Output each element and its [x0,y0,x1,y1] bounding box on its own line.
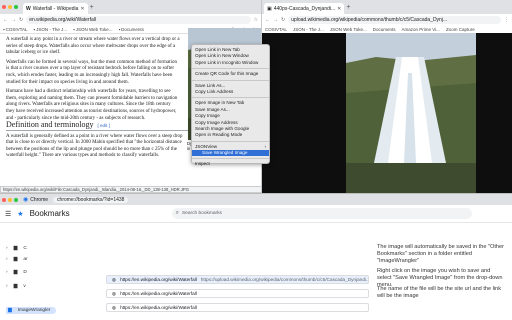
folder-item-c[interactable]: › ▆ C [6,246,27,251]
bookmark-row-3[interactable]: ◍ https://en.wikipedia.org/wiki/Waterfal… [106,303,369,312]
bookmark-row-title: https://upload.wikimedia.org/wikipedia/c… [200,277,368,282]
back-icon[interactable]: ← [3,17,8,23]
globe-icon: ◍ [112,276,117,282]
article-paragraph-2: Waterfalls can be formed in several ways… [6,59,177,85]
wikipedia-favicon-icon: W [26,5,31,12]
forward-icon[interactable]: → [273,17,278,23]
bookmark-row-2[interactable]: ◍ https://en.wikipedia.org/wiki/Waterfal… [106,289,369,298]
address-bar[interactable]: upload.wikimedia.org/wikipedia/commons/t… [288,15,501,24]
menu-separator [192,66,269,70]
folder-item-ar[interactable]: › ▆ ar [6,257,28,262]
bookmark-6[interactable]: Zoom Capture [446,27,475,32]
address-row: ← → ↻ en.wikipedia.org/wiki/Waterfall ☆ [0,14,261,25]
bookmark-row-1[interactable]: ◍ https://en.wikipedia.org/wiki/Waterfal… [106,275,369,284]
tab-title: 440px-Cascada_Dynjandi... [273,5,336,12]
menu-separator [192,95,269,99]
chevron-right-icon: › [6,257,8,262]
edit-link[interactable]: [ edit ] [98,123,110,130]
search-placeholder: Search bookmarks [181,211,222,216]
menu-separator [192,139,269,142]
bookmark-1[interactable]: ▪ COSIVTAL [3,27,28,32]
bookmark-3[interactable]: ▪ JSON Web Toke... [73,27,112,32]
bookmark-row-url: https://en.wikipedia.org/wiki/Waterfall [120,291,197,296]
folder-item-d[interactable]: › ▆ D [6,270,27,275]
address-text: en.wikipedia.org/wiki/Waterfall [29,16,96,23]
menu-inspect[interactable]: Inspect [192,161,269,167]
tab-image[interactable]: ▣ 440px-Cascada_Dynjandi... ✕ [264,3,345,14]
star-icon[interactable]: ☆ [254,17,258,23]
folder-icon: ▆ [13,246,18,251]
minimize-window-button[interactable] [8,5,12,9]
bookmarks-star-icon: ★ [17,210,24,218]
bookmarks-header: ☰ ★ Bookmarks ⌕ Search bookmarks [0,205,512,223]
bookmark-4[interactable]: Documents [373,27,396,32]
globe-icon: ◍ [112,290,117,296]
bookmark-2[interactable]: ▪ JSON - The J... [34,27,68,32]
window-controls [2,197,18,202]
new-tab-icon[interactable]: + [90,4,94,11]
chrome-label: Chrome [30,196,49,203]
new-tab-icon[interactable]: + [346,4,350,11]
bookmark-row-url: https://en.wikipedia.org/wiki/Waterfall [120,305,197,310]
extensions-icon[interactable]: ⋮ [504,17,509,23]
reload-icon[interactable]: ↻ [19,17,23,23]
folder-item-v[interactable]: › ▆ v [6,284,26,289]
zoom-window-button[interactable] [14,5,18,9]
globe-icon: ◍ [112,304,117,310]
folder-icon: ▆ [13,270,18,275]
minimize-window-button[interactable] [8,197,12,202]
zoom-window-button[interactable] [14,197,18,202]
section-heading-text: Definition and terminology [6,120,94,129]
article-paragraph-4: A waterfall is generally defined as a po… [6,133,183,159]
right-tab-bar: ▣ 440px-Cascada_Dynjandi... ✕ + [262,0,512,14]
close-tab-icon[interactable]: ✕ [80,6,84,12]
bookmark-2[interactable]: JSON - The J... [293,27,324,32]
menu-separator [192,78,269,81]
chevron-right-icon: › [6,284,8,289]
instruction-2: The image will automatically be saved in… [377,244,504,264]
right-address-row: ← → ↻ upload.wikimedia.org/wikipedia/com… [262,14,512,25]
chevron-right-icon: › [6,246,8,251]
forward-icon[interactable]: → [11,17,16,23]
tab-title: Waterfall - Wikipedia [32,5,79,12]
close-tab-icon[interactable]: ✕ [337,6,341,12]
chevron-right-icon: › [6,270,8,275]
back-icon[interactable]: ← [265,17,270,23]
image-viewer [262,33,512,193]
image-favicon-icon: ▣ [267,5,272,12]
bookmarks-title: Bookmarks [29,209,70,218]
tab-bar: W Waterfall - Wikipedia ✕ + [0,0,261,14]
bookmark-3[interactable]: JSON Web Toke... [330,27,367,32]
menu-icon[interactable]: ☰ [5,210,11,218]
waterfall-full-image[interactable] [346,33,476,193]
context-menu: Open Link in New Tab Open Link in New Wi… [191,44,270,167]
status-bar: https://en.wikipedia.org/wiki/File:Casca… [0,186,261,193]
article-paragraph-1: A waterfall is any point in a river or s… [6,37,180,56]
chrome-icon: ◉ [23,197,29,203]
window-controls [2,5,18,9]
menu-separator [192,156,269,160]
search-bookmarks-field[interactable]: ⌕ Search bookmarks [171,208,472,219]
tab-waterfall[interactable]: W Waterfall - Wikipedia ✕ [23,3,88,14]
reload-icon[interactable]: ↻ [281,17,285,23]
bookmark-1[interactable]: COSIVTAL [265,27,287,32]
folder-item-imagewrangler[interactable]: ▆ ImageWrangler [6,307,57,314]
folder-icon: ▆ [13,257,18,262]
bookmark-row-url: https://en.wikipedia.org/wiki/Waterfall [120,277,197,282]
instruction-3: The name of the file will be the site ur… [377,286,502,299]
address-text: upload.wikimedia.org/wikipedia/commons/t… [291,16,448,23]
bookmark-5[interactable]: Amazon Prime Vi... [402,27,440,32]
search-icon: ⌕ [175,210,179,216]
folder-icon: ▆ [8,308,12,313]
address-bar[interactable]: en.wikipedia.org/wiki/Waterfall [26,15,251,24]
omnibox[interactable]: chrome://bookmarks/?id=1438 [53,196,129,203]
folder-icon: ▆ [13,284,18,289]
bookmark-4[interactable]: ▪ Documents [119,27,144,32]
close-window-button[interactable] [2,197,6,202]
bookmarks-tab-bar: ◉ Chrome chrome://bookmarks/?id=1438 [0,194,512,205]
article-body: A waterfall is any point in a river or s… [0,34,186,122]
image-browser-window: ▣ 440px-Cascada_Dynjandi... ✕ + ← → ↻ up… [262,0,512,193]
close-window-button[interactable] [2,5,6,9]
